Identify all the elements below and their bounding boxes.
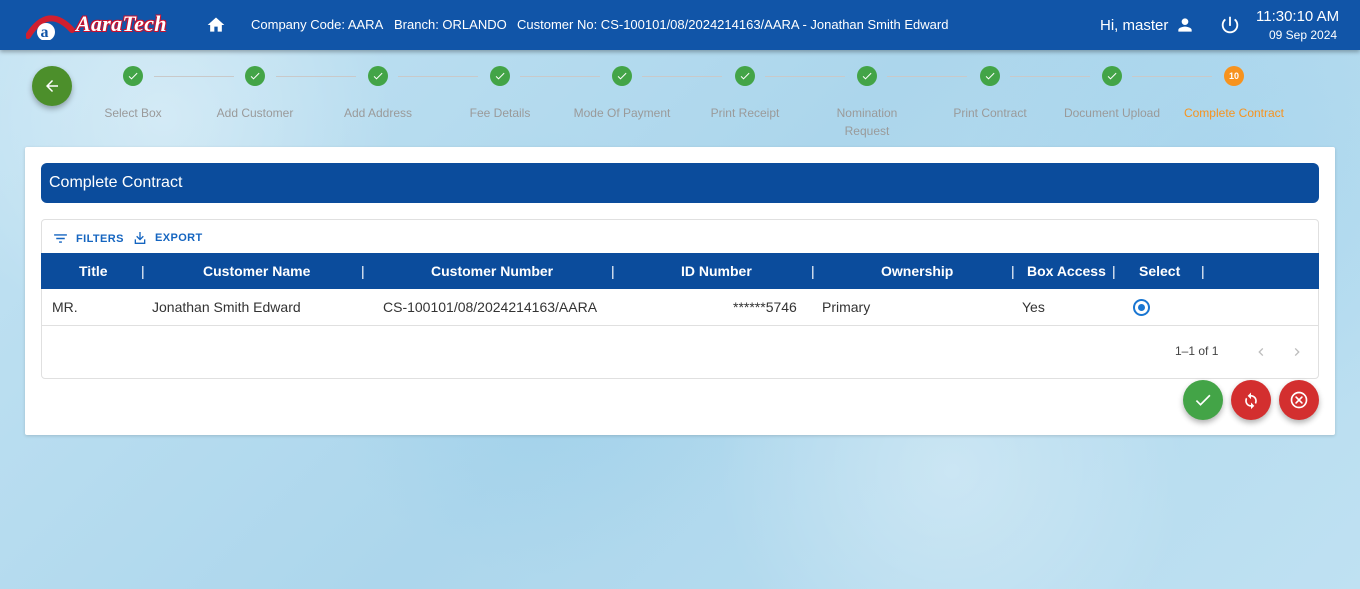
top-bar: a AaraTech Company Code: AARA Branch: OR… <box>0 0 1360 50</box>
card-title: Complete Contract <box>41 163 1319 203</box>
step-7-check[interactable] <box>857 66 877 86</box>
aaratech-logo[interactable]: a AaraTech <box>25 8 176 41</box>
step-label: Nomination Request <box>836 106 898 138</box>
logo-arc-icon: a <box>25 15 75 41</box>
chevron-left-icon[interactable] <box>1253 344 1269 360</box>
home-icon[interactable] <box>206 15 226 35</box>
step-label: Add Address <box>343 106 413 120</box>
column-separator[interactable]: | <box>1201 253 1205 289</box>
column-separator[interactable]: | <box>1011 253 1015 289</box>
refresh-button[interactable] <box>1231 380 1271 420</box>
table-header: Title | Customer Name | Customer Number … <box>41 253 1319 289</box>
cell-ownership: Primary <box>822 299 871 315</box>
step-1-check[interactable] <box>123 66 143 86</box>
step-4-check[interactable] <box>490 66 510 86</box>
check-icon <box>495 72 505 80</box>
step-connector <box>765 76 845 77</box>
step-label: Print Receipt <box>710 106 780 120</box>
check-icon <box>862 72 872 80</box>
cell-customer-name: Jonathan Smith Edward <box>152 299 301 315</box>
step-5-check[interactable] <box>612 66 632 86</box>
check-icon <box>128 72 138 80</box>
check-icon <box>617 72 627 80</box>
column-header-box-access[interactable]: Box Access <box>1027 253 1106 289</box>
step-8-check[interactable] <box>980 66 1000 86</box>
cell-id-number: ******5746 <box>733 299 797 315</box>
column-header-id-number[interactable]: ID Number <box>681 253 752 289</box>
logo-text: AaraTech <box>76 11 167 36</box>
export-button[interactable]: EXPORT <box>132 230 203 246</box>
clock-time: 11:30:10 AM <box>1256 8 1340 25</box>
select-radio[interactable] <box>1133 299 1150 316</box>
column-separator[interactable]: | <box>1112 253 1116 289</box>
step-3-check[interactable] <box>368 66 388 86</box>
user-icon[interactable] <box>1175 15 1195 35</box>
step-6-check[interactable] <box>735 66 755 86</box>
cancel-icon <box>1290 391 1308 409</box>
confirm-button[interactable] <box>1183 380 1223 420</box>
check-icon <box>1107 72 1117 80</box>
step-label: Select Box <box>104 106 162 120</box>
check-icon <box>740 72 750 80</box>
step-label-current: Complete Contract <box>1183 106 1285 120</box>
check-icon <box>373 72 383 80</box>
download-icon <box>134 232 146 244</box>
check-icon <box>985 72 995 80</box>
step-connector <box>642 76 722 77</box>
column-header-title[interactable]: Title <box>79 253 108 289</box>
check-icon <box>1195 394 1211 406</box>
table-row[interactable]: MR. Jonathan Smith Edward CS-100101/08/2… <box>42 289 1318 326</box>
step-label: Print Contract <box>953 106 1027 120</box>
column-header-customer-number[interactable]: Customer Number <box>431 253 553 289</box>
power-icon[interactable] <box>1219 14 1241 36</box>
complete-contract-card: Complete Contract FILTERS EXPORT Title |… <box>25 147 1335 435</box>
arrow-left-icon <box>46 80 58 92</box>
step-connector <box>398 76 478 77</box>
filter-icon <box>54 234 67 243</box>
cell-box-access: Yes <box>1022 299 1045 315</box>
cell-customer-number: CS-100101/08/2024214163/AARA <box>383 299 598 315</box>
filters-button[interactable]: FILTERS <box>52 230 124 247</box>
user-greeting: Hi, master <box>1100 17 1169 34</box>
column-separator[interactable]: | <box>811 253 815 289</box>
step-label: Add Customer <box>216 106 294 120</box>
step-connector <box>887 76 967 77</box>
svg-text:a: a <box>41 24 49 40</box>
check-icon <box>250 72 260 80</box>
step-connector <box>520 76 600 77</box>
chevron-right-icon[interactable] <box>1289 344 1305 360</box>
column-header-ownership[interactable]: Ownership <box>881 253 953 289</box>
step-connector <box>1132 76 1212 77</box>
step-label: Fee Details <box>469 106 531 120</box>
company-code: Company Code: AARA <box>251 17 384 32</box>
step-connector <box>154 76 234 77</box>
cell-title: MR. <box>52 299 78 315</box>
filters-label: FILTERS <box>76 232 124 245</box>
column-separator[interactable]: | <box>611 253 615 289</box>
step-connector <box>1010 76 1090 77</box>
column-separator[interactable]: | <box>361 253 365 289</box>
branch-name: Branch: ORLANDO <box>394 17 507 32</box>
back-button[interactable] <box>32 66 72 106</box>
cancel-button[interactable] <box>1279 380 1319 420</box>
step-10-current[interactable]: 10 <box>1224 66 1244 86</box>
clock-date: 09 Sep 2024 <box>1269 28 1338 42</box>
step-label: Document Upload <box>1063 106 1161 120</box>
pagination-info: 1–1 of 1 <box>1175 344 1219 358</box>
customer-number-header: Customer No: CS-100101/08/2024214163/AAR… <box>517 17 949 32</box>
step-label: Mode Of Payment <box>573 106 671 120</box>
contract-data-grid: FILTERS EXPORT Title | Customer Name | C… <box>41 219 1319 379</box>
column-header-customer-name[interactable]: Customer Name <box>203 253 310 289</box>
column-header-select[interactable]: Select <box>1139 253 1180 289</box>
column-separator[interactable]: | <box>141 253 145 289</box>
step-9-check[interactable] <box>1102 66 1122 86</box>
export-label: EXPORT <box>155 232 203 244</box>
step-connector <box>276 76 356 77</box>
step-2-check[interactable] <box>245 66 265 86</box>
refresh-icon <box>1245 392 1257 410</box>
